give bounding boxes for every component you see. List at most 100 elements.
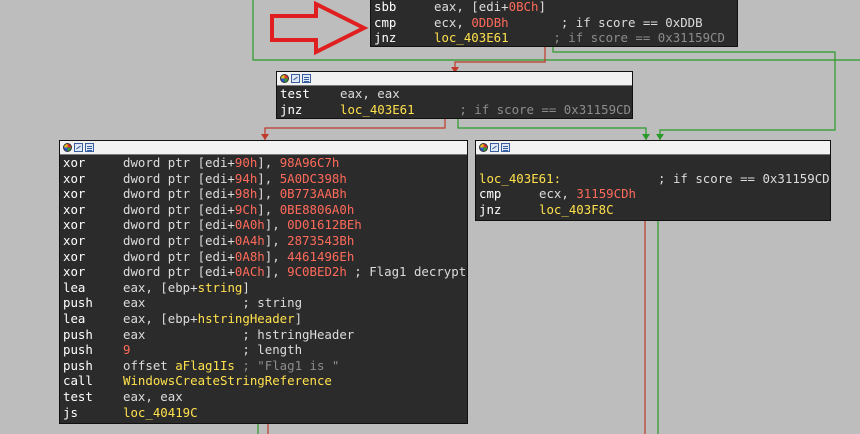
asm-immediate: 0BCh [508, 0, 539, 14]
asm-immediate: 4461496Eh [287, 248, 355, 264]
asm-immediate: 98h [234, 186, 258, 202]
asm-line[interactable]: push eax ; hstringHeader [63, 327, 464, 343]
asm-symbol[interactable]: loc_40419C [123, 405, 198, 420]
asm-symbol[interactable]: aFlag1Is [175, 358, 235, 373]
asm-mnemonic: push [63, 295, 93, 311]
node-header [277, 72, 632, 86]
asm-operand: ; Flag1 decrypt [346, 264, 467, 280]
asm-line[interactable]: push eax ; string [63, 295, 464, 311]
node-color-icon[interactable] [479, 143, 488, 152]
asm-line[interactable]: xor dword ptr [edi+0A4h], 2873543Bh [63, 233, 464, 249]
asm-line[interactable]: push offset aFlag1Is ; "Flag1 is " [63, 358, 464, 374]
asm-symbol[interactable]: loc_403E61 [434, 30, 509, 45]
asm-operand: eax, eax [340, 86, 400, 101]
asm-mnemonic: xor [63, 217, 86, 233]
asm-operand: dword ptr [edi+ [123, 248, 235, 264]
asm-symbol[interactable]: string [198, 280, 243, 295]
asm-symbol[interactable]: WindowsCreateStringReference [123, 373, 332, 388]
asm-operand: ], [264, 264, 288, 280]
asm-mnemonic: xor [63, 232, 86, 248]
asm-immediate: 0DDBh [471, 14, 509, 30]
annotation-arrow [270, 0, 369, 56]
block-flag1-decrypt[interactable]: xor dword ptr [edi+90h], 98A96C7h xor dword… [59, 140, 468, 424]
asm-operand: ] [294, 310, 303, 326]
asm-mnemonic: test [280, 86, 310, 101]
node-color-icon[interactable] [280, 74, 289, 83]
asm-operand: ], [257, 186, 280, 202]
asm-immediate: 9C0BED2h [287, 264, 347, 280]
asm-operand: ] [242, 279, 250, 295]
asm-line[interactable]: jnz loc_403E61 ; if score == 0x31159CD [280, 102, 631, 118]
asm-operand: ; if score == 0x31159CD [561, 170, 830, 186]
block-score-check[interactable]: sbb eax, [edi+0BCh] cmp ecx, 0DDBh ; if sco… [370, 0, 738, 47]
ida-graph-view[interactable]: sbb eax, [edi+0BCh] cmp ecx, 0DDBh ; if sco… [0, 0, 860, 434]
asm-line[interactable]: jnz loc_403F8C [479, 202, 827, 218]
asm-mnemonic: jnz [374, 30, 397, 46]
asm-operand: ], [257, 155, 280, 170]
block-code: sbb eax, [edi+0BCh] cmp ecx, 0DDBh ; if sco… [371, 0, 737, 46]
asm-line[interactable]: test eax, eax [63, 389, 464, 405]
asm-operand: ], [257, 170, 280, 186]
asm-mnemonic: test [63, 388, 93, 404]
list-view-icon[interactable] [85, 143, 94, 152]
asm-line[interactable]: cmp ecx, 0DDBh ; if score == 0xDDB [374, 15, 734, 31]
asm-operand: ; string [145, 295, 303, 311]
asm-operand: dword ptr [edi+ [123, 264, 235, 280]
graph-view-icon[interactable] [291, 74, 300, 83]
asm-comment: ; if score == 0x31159CD [508, 30, 725, 46]
asm-mnemonic: xor [63, 186, 86, 202]
asm-line[interactable]: xor dword ptr [edi+0A0h], 0D01612BEh [63, 217, 464, 233]
asm-immediate: 0ACh [234, 264, 265, 280]
asm-operand: dword ptr [edi+ [123, 170, 235, 186]
asm-operand: dword ptr [edi+ [123, 217, 235, 233]
asm-line[interactable]: test eax, eax [280, 86, 629, 102]
asm-mnemonic: jnz [479, 201, 502, 217]
asm-line[interactable]: call WindowsCreateStringReference [63, 373, 464, 389]
asm-operand: ; length [130, 342, 303, 358]
asm-line[interactable] [479, 155, 827, 171]
asm-line[interactable]: loc_403E61: ; if score == 0x31159CD [479, 170, 830, 187]
asm-line[interactable]: cmp ecx, 31159CDh [479, 186, 827, 202]
asm-mnemonic: cmp [479, 186, 502, 202]
asm-line[interactable]: push 9 ; length [63, 342, 464, 358]
asm-mnemonic: push [63, 326, 93, 342]
asm-operand: ecx, [539, 186, 577, 202]
list-view-icon[interactable] [302, 74, 311, 83]
asm-immediate: 0D01612BEh [287, 217, 362, 233]
asm-operand: ] [538, 0, 546, 14]
asm-operand: ; if score == 0xDDB [508, 14, 703, 30]
asm-symbol[interactable]: loc_403F8C [539, 202, 614, 217]
asm-line[interactable]: xor dword ptr [edi+90h], 98A96C7h [63, 155, 464, 171]
asm-operand: ], [257, 201, 280, 217]
asm-symbol[interactable]: loc_403E61: [479, 171, 561, 186]
graph-view-icon[interactable] [74, 143, 83, 152]
asm-symbol[interactable]: loc_403E61 [340, 102, 415, 117]
asm-line[interactable]: sbb eax, [edi+0BCh] [374, 0, 734, 15]
asm-operand: eax, [ebp+ [123, 279, 198, 295]
block-test[interactable]: test eax, eax jnz loc_403E61 ; if score == … [276, 71, 633, 119]
asm-line[interactable]: jnz loc_403E61 ; if score == 0x31159CD [374, 30, 734, 46]
asm-operand: offset [123, 357, 176, 373]
asm-symbol[interactable]: hstringHeader [198, 311, 295, 326]
graph-view-icon[interactable] [490, 143, 499, 152]
node-color-icon[interactable] [63, 143, 72, 152]
asm-operand: eax [123, 295, 146, 311]
asm-operand: ], [264, 232, 288, 248]
asm-mnemonic: xor [63, 264, 86, 280]
asm-line[interactable]: xor dword ptr [edi+9Ch], 0BE8806A0h [63, 202, 464, 218]
asm-line[interactable]: js loc_40419C [63, 405, 464, 421]
asm-immediate: 2873543Bh [287, 232, 355, 248]
asm-immediate: 31159CDh [576, 186, 636, 202]
asm-line[interactable]: xor dword ptr [edi+0A8h], 4461496Eh [63, 249, 464, 265]
asm-immediate: 90h [234, 155, 258, 170]
asm-line[interactable]: xor dword ptr [edi+0ACh], 9C0BED2h ; Flag… [63, 264, 467, 280]
asm-line[interactable]: lea eax, [ebp+hstringHeader] [63, 311, 464, 327]
block-loc-403E61[interactable]: loc_403E61: ; if score == 0x31159CD cmp ec… [475, 140, 831, 221]
asm-line[interactable]: xor dword ptr [edi+94h], 5A0DC398h [63, 171, 464, 187]
asm-line[interactable]: xor dword ptr [edi+98h], 0B773AABh [63, 186, 464, 202]
asm-line[interactable]: lea eax, [ebp+string] [63, 280, 464, 296]
asm-operand: ], [264, 217, 288, 233]
asm-mnemonic: cmp [374, 14, 397, 30]
asm-mnemonic: push [63, 357, 93, 373]
list-view-icon[interactable] [501, 143, 510, 152]
